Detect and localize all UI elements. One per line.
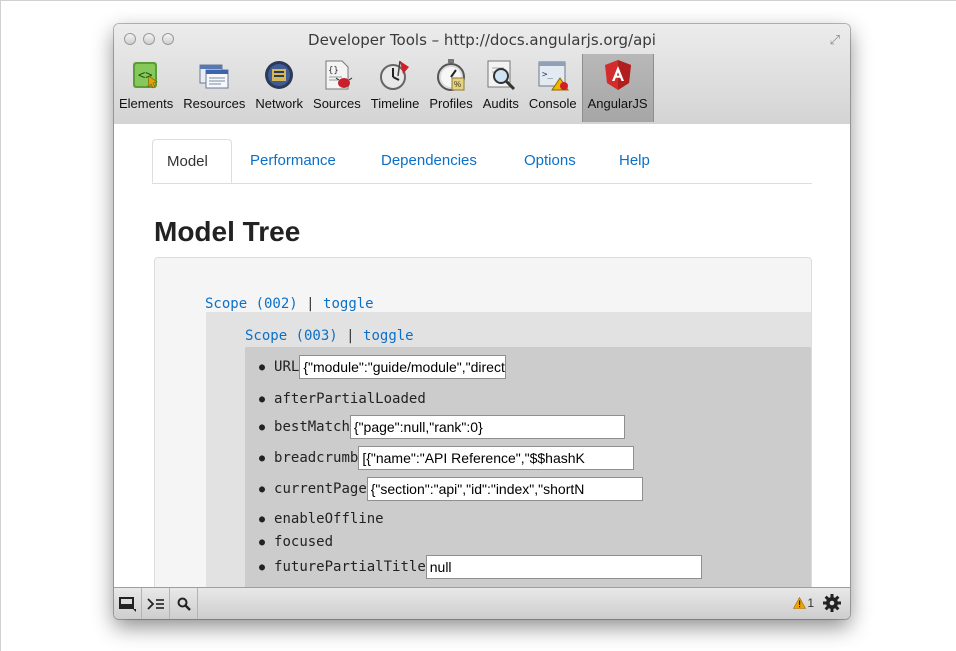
bullet-icon: ●: [259, 483, 266, 495]
scope-header-outer: Scope (002) | toggle: [205, 296, 374, 312]
toolbar-item-console[interactable]: >_ Console: [524, 54, 582, 122]
toolbar-label: Resources: [183, 96, 246, 111]
toolbar-item-profiles[interactable]: % Profiles: [424, 54, 477, 122]
tab-help[interactable]: Help: [619, 139, 650, 183]
toolbar-item-audits[interactable]: Audits: [478, 54, 524, 122]
toggle-link[interactable]: toggle: [323, 296, 374, 312]
toolbar-item-network[interactable]: Network: [250, 54, 308, 122]
toolbar-label: AngularJS: [587, 96, 648, 111]
warning-counter[interactable]: 1: [793, 596, 814, 610]
toolbar-item-angularjs[interactable]: AngularJS: [581, 54, 654, 122]
bullet-icon: ●: [259, 393, 266, 405]
elements-icon: <>: [133, 62, 158, 89]
profiles-icon: %: [437, 59, 466, 91]
toolbar-label: Sources: [313, 96, 361, 111]
tab-model[interactable]: Model: [152, 139, 232, 183]
audits-icon: [487, 60, 515, 91]
resources-icon: [199, 64, 229, 89]
toolbar-item-sources[interactable]: {} Sources: [308, 54, 366, 122]
property-key: URL: [274, 359, 300, 375]
console-prompt-icon: [146, 598, 164, 610]
property-value-input[interactable]: null: [425, 555, 702, 579]
tab-dependencies[interactable]: Dependencies: [381, 139, 477, 183]
search-icon: [177, 597, 191, 611]
property-key: enableOffline: [274, 511, 384, 527]
property-key: futurePartialTitle: [274, 559, 426, 575]
toolbar-label: Audits: [482, 96, 519, 111]
property-key: focused: [274, 534, 334, 550]
property-row: ● futurePartialTitle null: [259, 555, 702, 579]
panel-toolbar: <> Elements Resources Network {} Sources…: [114, 54, 654, 122]
property-row: ● currentPage {"section":"api","id":"ind…: [259, 477, 643, 501]
property-row: ● URL {"module":"guide/module","directiv…: [259, 355, 507, 379]
fullscreen-icon[interactable]: ⤢: [830, 32, 840, 48]
panel-tabs: Model Performance Dependencies Options H…: [152, 139, 812, 184]
search-button[interactable]: [170, 588, 198, 619]
property-value-input[interactable]: {"page":null,"rank":0}: [349, 415, 625, 439]
property-value-input[interactable]: {"section":"api","id":"index","shortN: [366, 477, 643, 501]
network-icon: [265, 61, 294, 89]
toolbar-label: Timeline: [370, 96, 420, 111]
warning-icon: [793, 597, 807, 609]
separator: |: [306, 296, 315, 312]
svg-text:%: %: [454, 80, 461, 89]
console-drawer-button[interactable]: [142, 588, 170, 619]
property-key: currentPage: [274, 481, 367, 497]
gear-icon[interactable]: [822, 593, 842, 613]
dock-icon: [118, 597, 136, 612]
dock-button[interactable]: [114, 588, 142, 619]
status-bar: 1: [114, 587, 850, 619]
window-title: Developer Tools – http://docs.angularjs.…: [308, 31, 656, 49]
toolbar-label: Profiles: [429, 96, 473, 111]
console-icon: >_: [538, 61, 569, 91]
bullet-icon: ●: [259, 536, 266, 548]
sources-icon: {}: [325, 60, 353, 90]
page-title: Model Tree: [154, 216, 301, 247]
svg-text:>_: >_: [542, 70, 553, 80]
property-row: ● breadcrumb [{"name":"API Reference","$…: [259, 446, 635, 470]
tab-options[interactable]: Options: [524, 139, 576, 183]
angularjs-panel: Model Performance Dependencies Options H…: [114, 124, 850, 587]
model-tree-container: Scope (002) | toggle Scope (003) | toggl…: [154, 257, 812, 587]
toolbar-item-timeline[interactable]: Timeline: [366, 54, 425, 122]
angularjs-icon: [604, 60, 631, 90]
property-value-input[interactable]: [{"name":"API Reference","$$hashK: [358, 446, 635, 470]
property-row: ● bestMatch {"page":null,"rank":0}: [259, 415, 625, 439]
toggle-link[interactable]: toggle: [363, 328, 414, 344]
scope-header-inner: Scope (003) | toggle: [245, 328, 414, 344]
toolbar-label: Elements: [119, 96, 174, 111]
bullet-icon: ●: [259, 361, 266, 373]
toolbar-item-elements[interactable]: <> Elements: [114, 54, 178, 122]
property-value-input[interactable]: {"module":"guide/module","directive: [299, 355, 507, 379]
scope-block-inner: ● URL {"module":"guide/module","directiv…: [245, 347, 811, 587]
bullet-icon: ●: [259, 513, 266, 525]
property-key: breadcrumb: [274, 450, 359, 466]
scope-link[interactable]: Scope (002): [205, 296, 298, 312]
svg-text:{}: {}: [328, 66, 339, 76]
property-key: afterPartialLoaded: [274, 391, 426, 407]
scope-link[interactable]: Scope (003): [245, 328, 338, 344]
bullet-icon: ●: [259, 561, 266, 573]
timeline-icon: [380, 60, 410, 90]
toolbar-label: Network: [255, 96, 304, 111]
property-key: bestMatch: [274, 419, 350, 435]
warning-count: 1: [807, 596, 814, 610]
property-row: ● enableOffline: [259, 507, 384, 531]
devtools-window: Developer Tools – http://docs.angularjs.…: [114, 24, 850, 619]
toolbar-label: Console: [528, 96, 577, 111]
bullet-icon: ●: [259, 421, 266, 433]
bullet-icon: ●: [259, 452, 266, 464]
scope-block-outer: Scope (003) | toggle ● URL {"module":"gu…: [206, 312, 811, 587]
tab-performance[interactable]: Performance: [250, 139, 336, 183]
separator: |: [346, 328, 355, 344]
property-row: ● afterPartialLoaded: [259, 387, 426, 411]
toolbar-item-resources[interactable]: Resources: [178, 54, 250, 122]
property-row: ● focused: [259, 530, 333, 554]
